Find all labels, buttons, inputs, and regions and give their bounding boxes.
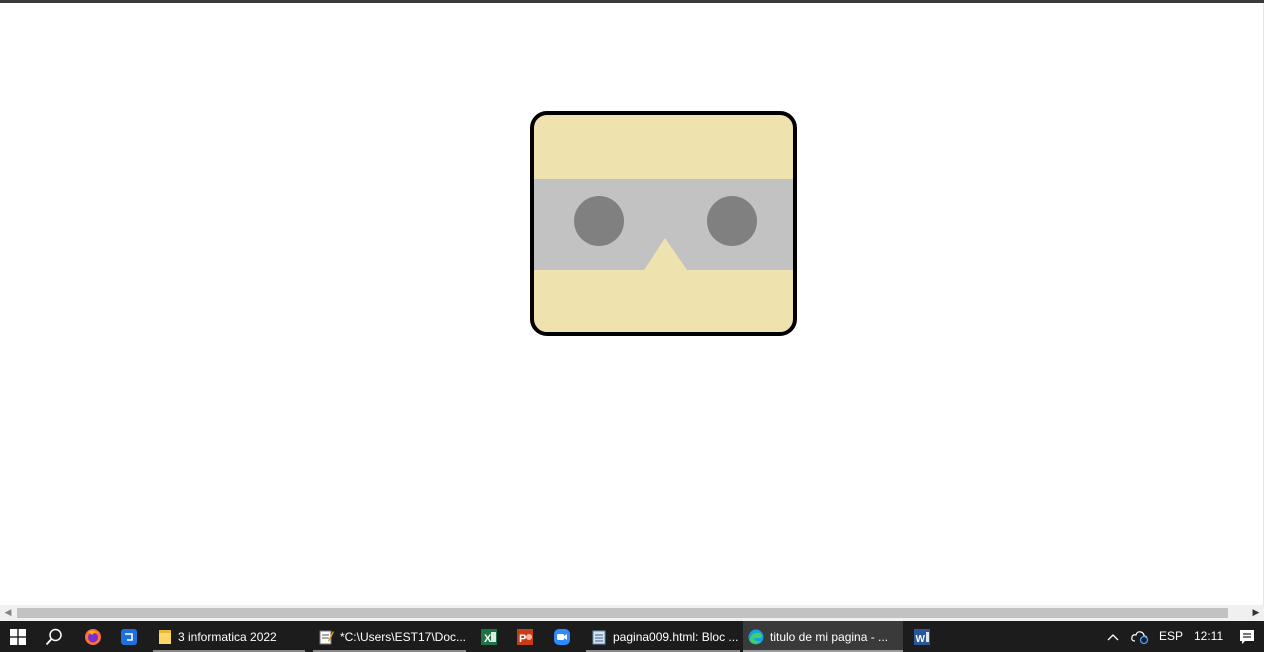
taskbar-app-edge-active[interactable]: titulo de mi pagina - ... <box>743 621 903 652</box>
horizontal-scrollbar[interactable]: ◀ ▶ <box>0 605 1264 621</box>
network-tray-button[interactable] <box>1126 621 1154 652</box>
powerpoint-icon: P <box>517 628 533 645</box>
svg-text:W: W <box>916 634 926 645</box>
word-icon: W <box>914 628 930 645</box>
taskbar-zoom[interactable] <box>544 621 580 652</box>
notepad-icon <box>592 630 606 644</box>
windows-logo-icon <box>10 628 26 645</box>
taskbar-app-folder[interactable]: 3 informatica 2022 <box>153 621 305 652</box>
search-icon <box>45 628 62 645</box>
taskbar-app-label: titulo de mi pagina - ... <box>770 629 889 644</box>
firefox-icon <box>85 628 101 645</box>
taskbar-app-label: *C:\Users\EST17\Doc... <box>339 629 466 644</box>
action-center-button[interactable] <box>1232 621 1262 652</box>
input-language-indicator[interactable]: ESP <box>1159 621 1183 652</box>
taskbar-app-notepad-pagina009[interactable]: pagina009.html: Bloc ... <box>586 621 740 652</box>
face-drawing <box>530 111 797 336</box>
scroll-right-icon[interactable]: ▶ <box>1248 605 1264 621</box>
teams-app-icon <box>121 628 137 645</box>
clock-time[interactable]: 12:11 <box>1194 621 1223 652</box>
svg-text:P: P <box>519 633 526 645</box>
notepad-icon <box>319 630 334 644</box>
taskbar-word[interactable]: W <box>904 621 940 652</box>
taskbar-powerpoint[interactable]: P <box>507 621 543 652</box>
cloud-sync-icon <box>1131 630 1149 644</box>
scroll-left-icon[interactable]: ◀ <box>0 605 16 621</box>
show-hidden-icons-button[interactable] <box>1098 621 1128 652</box>
scrollbar-thumb[interactable] <box>17 608 1228 618</box>
chevron-up-icon <box>1107 633 1119 640</box>
excel-icon: X <box>481 628 497 645</box>
left-eye <box>574 196 624 246</box>
taskbar-app-blue[interactable] <box>111 621 147 652</box>
start-button[interactable] <box>0 621 36 652</box>
browser-page-viewport <box>0 0 1264 605</box>
edge-icon <box>748 629 764 644</box>
zoom-icon <box>554 628 570 645</box>
notification-icon <box>1240 629 1254 644</box>
taskbar-excel[interactable]: X <box>471 621 507 652</box>
taskbar-app-label: 3 informatica 2022 <box>178 629 277 644</box>
taskbar-app-notepad-unsaved[interactable]: *C:\Users\EST17\Doc... <box>313 621 466 652</box>
taskbar-app-label: pagina009.html: Bloc ... <box>613 629 739 644</box>
right-eye <box>707 196 757 246</box>
folder-icon <box>159 629 171 644</box>
taskbar-firefox[interactable] <box>75 621 111 652</box>
search-button[interactable] <box>36 621 72 652</box>
taskbar: 3 informatica 2022 *C:\Users\EST17\Doc..… <box>0 621 1264 652</box>
svg-text:X: X <box>484 633 492 645</box>
